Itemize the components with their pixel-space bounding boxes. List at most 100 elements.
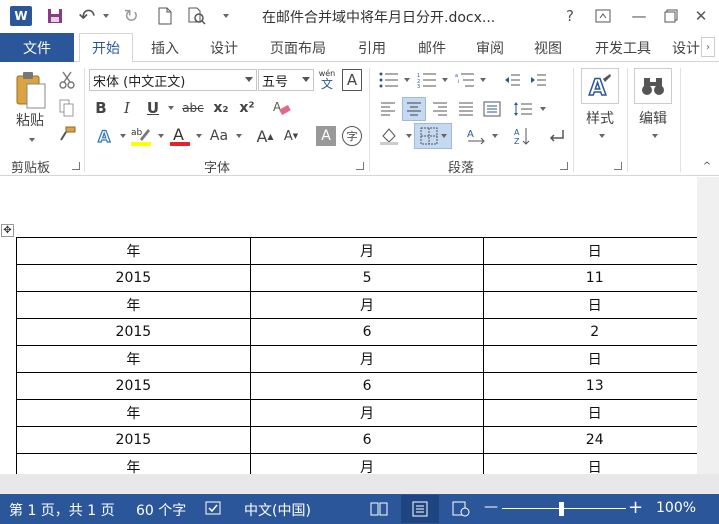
paste-dropdown-icon[interactable]	[22, 134, 38, 146]
styles-button-label[interactable]: 样式	[580, 108, 620, 128]
table-cell[interactable]: 5	[249, 264, 485, 292]
font-size-combo[interactable]: 五号	[258, 69, 314, 91]
underline-dropdown-icon[interactable]	[164, 97, 174, 119]
shading-icon[interactable]	[376, 124, 402, 148]
font-color-icon[interactable]: A	[168, 124, 192, 148]
highlight-dropdown-icon[interactable]	[154, 124, 164, 148]
increase-indent-icon[interactable]	[526, 70, 550, 90]
strikethrough-button[interactable]: abc	[180, 97, 206, 119]
text-effects-icon[interactable]: A	[92, 124, 118, 148]
redo-icon[interactable]: ↻	[120, 4, 142, 28]
table-cell[interactable]: 24	[483, 426, 697, 454]
find-binoculars-icon[interactable]	[634, 68, 672, 104]
web-layout-icon[interactable]	[452, 501, 470, 521]
shrink-font-icon[interactable]: A ▼	[280, 124, 302, 148]
character-shading-icon[interactable]: A	[316, 126, 336, 146]
undo-dropdown-icon[interactable]	[98, 4, 110, 28]
table-cell[interactable]: 6	[249, 318, 485, 346]
change-case-button[interactable]: Aa	[206, 124, 232, 148]
customize-qat-icon[interactable]	[216, 4, 232, 28]
horizontal-scrollbar[interactable]	[0, 474, 719, 494]
subscript-button[interactable]: x₂	[210, 97, 232, 119]
table-cell[interactable]: 年	[16, 345, 251, 373]
print-preview-icon[interactable]	[186, 4, 208, 28]
borders-icon[interactable]	[414, 123, 452, 149]
align-right-icon[interactable]	[428, 98, 452, 120]
grow-font-icon[interactable]: A ▲	[254, 124, 276, 148]
clear-formatting-icon[interactable]: A	[270, 97, 294, 119]
table-cell[interactable]: 2	[483, 318, 697, 346]
tab-scroll-right-icon[interactable]: ›	[701, 37, 715, 57]
paragraph-launcher-icon[interactable]	[560, 162, 568, 170]
table-cell[interactable]: 2015	[16, 426, 251, 454]
tab-insert[interactable]: 插入	[140, 33, 190, 62]
vertical-scrollbar[interactable]	[697, 177, 719, 494]
tab-mailings[interactable]: 邮件	[406, 33, 458, 62]
align-center-icon[interactable]	[402, 97, 426, 121]
print-layout-icon[interactable]	[401, 495, 439, 523]
text-effects-dropdown-icon[interactable]	[116, 124, 126, 148]
paste-icon[interactable]	[10, 68, 50, 112]
tab-review[interactable]: 审阅	[464, 33, 516, 62]
shading-dropdown-icon[interactable]	[402, 124, 412, 148]
tab-file[interactable]: 文件	[0, 33, 74, 62]
minimize-button[interactable]: —	[626, 4, 652, 28]
multilevel-list-icon[interactable]: ai	[452, 70, 478, 90]
sort-icon[interactable]: AZ	[510, 124, 534, 148]
align-left-icon[interactable]	[376, 98, 400, 120]
tab-design[interactable]: 设计	[198, 33, 250, 62]
zoom-slider-track[interactable]	[502, 508, 626, 509]
table-cell[interactable]: 13	[483, 372, 697, 400]
table-cell[interactable]: 2015	[16, 318, 251, 346]
editing-dropdown-icon[interactable]	[645, 130, 661, 142]
word-count[interactable]: 60 个字	[136, 500, 186, 520]
tab-view[interactable]: 视图	[522, 33, 574, 62]
table-cell[interactable]: 11	[483, 264, 697, 292]
character-border-icon[interactable]: A	[342, 69, 362, 91]
table-cell[interactable]: 月	[249, 345, 485, 373]
save-icon[interactable]	[44, 4, 66, 28]
format-painter-icon[interactable]	[56, 124, 78, 144]
table-cell[interactable]: 日	[483, 291, 697, 319]
table-cell[interactable]: 日	[483, 399, 697, 427]
text-direction-dropdown-icon[interactable]	[488, 124, 498, 148]
language-indicator[interactable]: 中文(中国)	[244, 500, 311, 520]
collapse-ribbon-icon[interactable]: ^	[700, 160, 714, 172]
styles-dropdown-icon[interactable]	[592, 130, 608, 142]
table-cell[interactable]: 日	[483, 453, 697, 474]
page-count[interactable]: 第 1 页，共 1 页	[9, 500, 115, 520]
justify-icon[interactable]	[454, 98, 478, 120]
highlight-color-icon[interactable]: ab	[128, 124, 154, 148]
table-cell[interactable]: 月	[249, 399, 485, 427]
bold-button[interactable]: B	[92, 97, 110, 119]
table-cell[interactable]: 6	[249, 372, 485, 400]
table-cell[interactable]: 月	[249, 291, 485, 319]
copy-icon[interactable]	[56, 98, 78, 118]
undo-icon[interactable]: ↶	[76, 4, 98, 28]
zoom-slider-thumb[interactable]	[559, 502, 564, 516]
bullets-icon[interactable]	[376, 70, 402, 90]
decrease-indent-icon[interactable]	[500, 70, 524, 90]
paste-button-label[interactable]: 粘贴	[8, 110, 52, 130]
document-page[interactable]: 年月日 2015 5 11 年月日 2015 6 2 年月日 2015 6 13 年月日 2015 6 24 年…	[0, 177, 697, 474]
cut-icon[interactable]	[56, 70, 78, 90]
table-cell[interactable]: 2015	[16, 372, 251, 400]
styles-launcher-icon[interactable]	[614, 162, 622, 170]
distributed-icon[interactable]	[480, 98, 504, 120]
clipboard-launcher-icon[interactable]	[72, 162, 80, 170]
table-cell[interactable]: 年	[16, 237, 251, 265]
bullets-dropdown-icon[interactable]	[400, 70, 410, 90]
table-cell[interactable]: 日	[483, 345, 697, 373]
help-button[interactable]: ?	[558, 4, 582, 28]
show-hide-marks-icon[interactable]	[544, 124, 568, 148]
table-cell[interactable]: 日	[483, 237, 697, 265]
tab-developer[interactable]: 开发工具	[584, 33, 662, 62]
zoom-out-button[interactable]: —	[484, 499, 498, 515]
word-app-icon[interactable]: W	[10, 6, 32, 26]
table-cell[interactable]: 月	[249, 453, 485, 474]
font-color-dropdown-icon[interactable]	[192, 124, 202, 148]
superscript-button[interactable]: x²	[236, 97, 258, 119]
merge-table[interactable]: 年月日 2015 5 11 年月日 2015 6 2 年月日 2015 6 13 年月日 2015 6 24 年…	[16, 237, 697, 474]
table-cell[interactable]: 6	[249, 426, 485, 454]
change-case-dropdown-icon[interactable]	[232, 124, 242, 148]
